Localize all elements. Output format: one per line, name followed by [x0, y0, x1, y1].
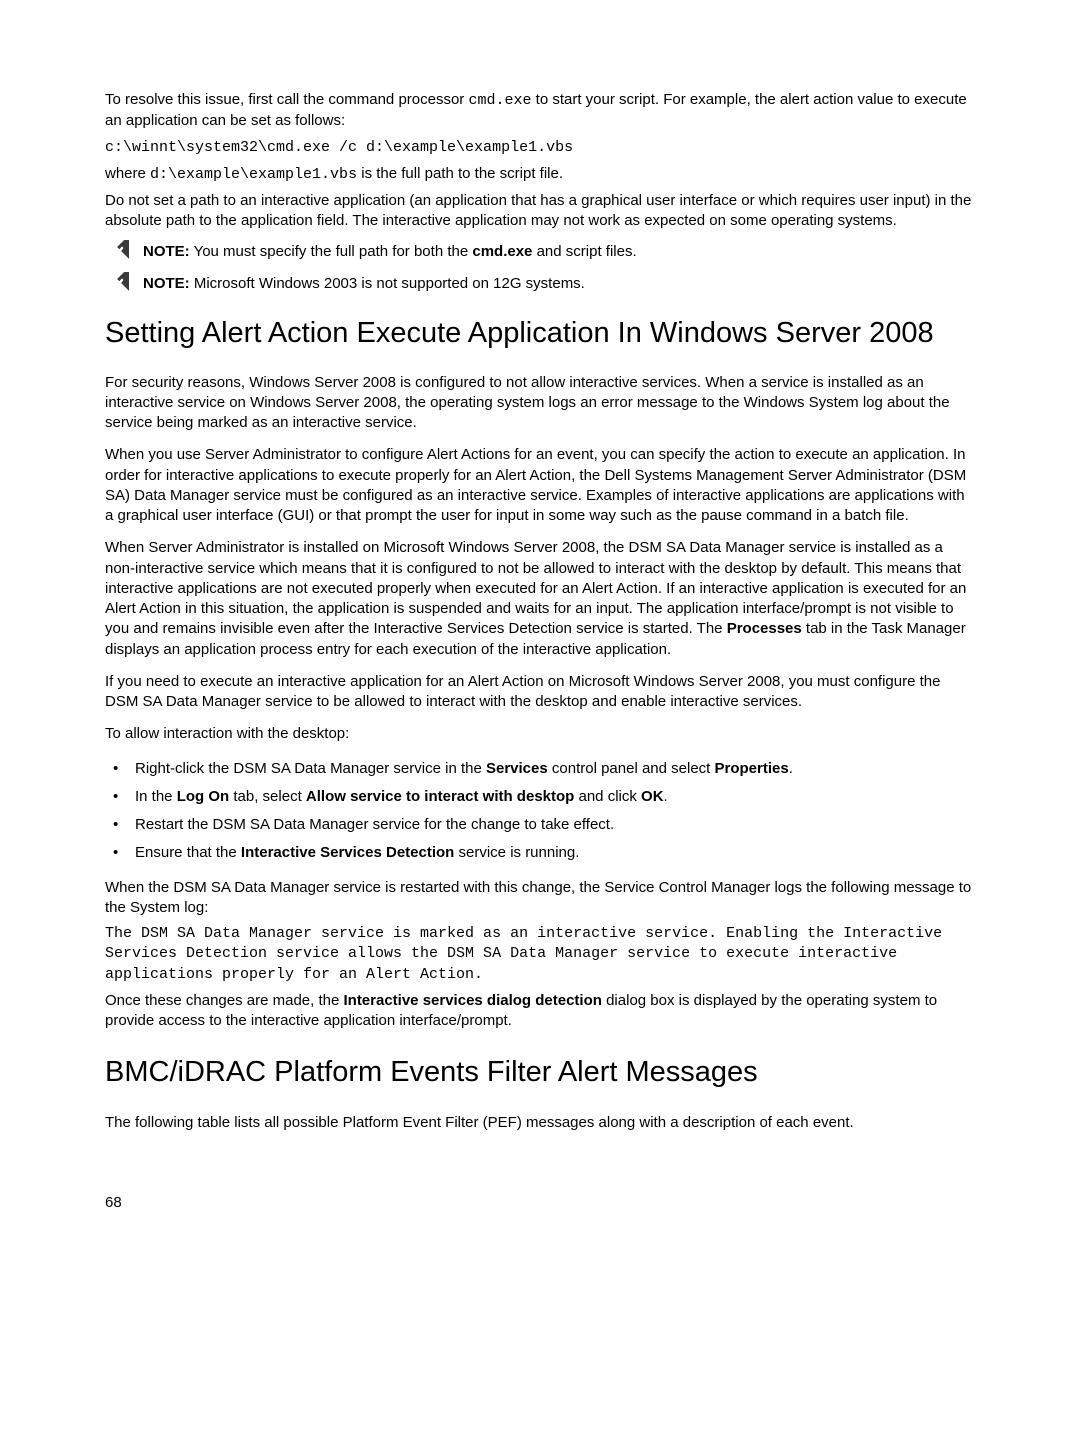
inline-code: d:\example\example1.vbs	[150, 166, 357, 183]
text: To resolve this issue, first call the co…	[105, 91, 468, 108]
bold-text: Services	[486, 760, 548, 777]
text: and click	[574, 788, 641, 805]
note-text-1: NOTE: You must specify the full path for…	[143, 242, 975, 262]
intro-paragraph-2: where d:\example\example1.vbs is the ful…	[105, 164, 975, 185]
text: In the	[135, 788, 177, 805]
section1-p2: When you use Server Administrator to con…	[105, 445, 975, 526]
intro-paragraph-1: To resolve this issue, first call the co…	[105, 90, 975, 132]
text: You must specify the full path for both …	[190, 243, 473, 260]
text: Right-click the DSM SA Data Manager serv…	[135, 760, 486, 777]
bold-text: cmd.exe	[472, 243, 532, 260]
bold-text: Log On	[177, 788, 230, 805]
text: .	[664, 788, 668, 805]
text: Ensure that the	[135, 844, 241, 861]
note-row-2: NOTE: Microsoft Windows 2003 is not supp…	[105, 274, 975, 296]
text: where	[105, 165, 150, 182]
text: service is running.	[454, 844, 579, 861]
after-bullets-p1: When the DSM SA Data Manager service is …	[105, 878, 975, 919]
bold-text: Allow service to interact with desktop	[306, 788, 574, 805]
list-item: Restart the DSM SA Data Manager service …	[105, 815, 975, 835]
heading-setting-alert-action: Setting Alert Action Execute Application…	[105, 314, 975, 353]
section1-p4: If you need to execute an interactive ap…	[105, 672, 975, 713]
text: .	[789, 760, 793, 777]
note-text-2: NOTE: Microsoft Windows 2003 is not supp…	[143, 274, 975, 294]
note-icon	[105, 240, 129, 264]
intro-paragraph-3: Do not set a path to an interactive appl…	[105, 191, 975, 232]
note-label: NOTE:	[143, 275, 190, 292]
text: Once these changes are made, the	[105, 992, 343, 1009]
text: and script files.	[532, 243, 636, 260]
note-row-1: NOTE: You must specify the full path for…	[105, 242, 975, 264]
bold-text: Processes	[727, 620, 802, 637]
note-icon	[105, 272, 129, 296]
section1-p5: To allow interaction with the desktop:	[105, 724, 975, 744]
heading-bmc-idrac: BMC/iDRAC Platform Events Filter Alert M…	[105, 1053, 975, 1092]
text: control panel and select	[548, 760, 715, 777]
text: tab, select	[229, 788, 306, 805]
list-item: Ensure that the Interactive Services Det…	[105, 843, 975, 863]
bold-text: Interactive Services Detection	[241, 844, 454, 861]
bold-text: OK	[641, 788, 664, 805]
inline-code: cmd.exe	[468, 92, 531, 109]
bullet-list: Right-click the DSM SA Data Manager serv…	[105, 759, 975, 864]
text: Microsoft Windows 2003 is not supported …	[190, 275, 585, 292]
note-label: NOTE:	[143, 243, 190, 260]
bold-text: Interactive services dialog detection	[343, 992, 601, 1009]
code-line-1: c:\winnt\system32\cmd.exe /c d:\example\…	[105, 138, 975, 158]
page-number: 68	[105, 1193, 975, 1213]
section1-p1: For security reasons, Windows Server 200…	[105, 373, 975, 434]
list-item: Right-click the DSM SA Data Manager serv…	[105, 759, 975, 779]
list-item: In the Log On tab, select Allow service …	[105, 787, 975, 807]
section1-p3: When Server Administrator is installed o…	[105, 538, 975, 660]
text: is the full path to the script file.	[357, 165, 563, 182]
code-block-2: The DSM SA Data Manager service is marke…	[105, 924, 975, 985]
bold-text: Properties	[715, 760, 789, 777]
section2-p1: The following table lists all possible P…	[105, 1113, 975, 1133]
after-bullets-p2: Once these changes are made, the Interac…	[105, 991, 975, 1032]
